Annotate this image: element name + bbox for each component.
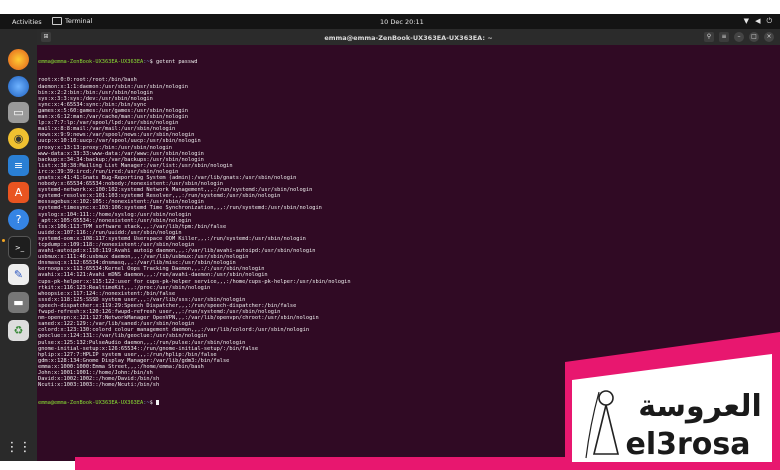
app-menu[interactable]: Terminal [52, 17, 92, 25]
window-title: emma@emma-ZenBook-UX363EA-UX363EA: ~ [324, 34, 493, 42]
el3rosa-watermark: العروسة el3rosa [565, 332, 780, 470]
close-icon[interactable]: × [764, 32, 774, 42]
command-line: emma@emma-ZenBook-UX363EA-UX363EA:~$ get… [38, 59, 778, 65]
clock[interactable]: 10 Dec 20:11 [380, 18, 424, 26]
volume-icon: ◀ [755, 17, 761, 25]
maximize-icon[interactable]: □ [749, 32, 759, 42]
files-icon[interactable]: ▭ [8, 102, 29, 123]
thunderbird-icon[interactable] [8, 76, 29, 97]
help-icon[interactable]: ? [8, 209, 29, 230]
menu-icon[interactable]: ≡ [719, 32, 729, 42]
writer-icon[interactable]: ≡ [8, 155, 29, 176]
rhythmbox-icon[interactable]: ◉ [8, 128, 29, 149]
terminal-app-icon [52, 17, 62, 25]
prompt-user: emma@emma-ZenBook-UX363EA-UX363EA [38, 400, 144, 407]
network-icon: ▼ [743, 17, 750, 25]
activities-button[interactable]: Activities [12, 18, 42, 26]
command-text: getent passwd [156, 59, 198, 66]
running-indicator [2, 239, 5, 242]
disk-icon[interactable]: ▬ [8, 292, 29, 313]
text-cursor [156, 400, 160, 406]
search-icon[interactable]: ⚲ [704, 32, 714, 42]
trash-icon[interactable]: ♻ [8, 320, 29, 341]
logo-arabic-text: العروسة [638, 389, 762, 424]
window-controls: ⚲ ≡ – □ × [704, 32, 774, 42]
app-grid-icon[interactable]: ⋮⋮ [6, 437, 32, 458]
dock: ▭ ◉ ≡ A ? >_ ✎ ▬ ♻ ⋮⋮ [0, 29, 37, 461]
power-icon: ⏻ [766, 17, 772, 25]
app-menu-label: Terminal [65, 17, 93, 25]
logo-latin-text: el3rosa [625, 427, 750, 462]
firefox-icon[interactable] [8, 49, 29, 70]
system-tray[interactable]: ▼ ◀ ⏻ [744, 17, 772, 26]
minimize-icon[interactable]: – [734, 32, 744, 42]
top-bar: Activities Terminal 10 Dec 20:11 ▼ ◀ ⏻ [0, 14, 780, 29]
text-editor-icon[interactable]: ✎ [8, 264, 29, 285]
window-titlebar[interactable]: ⊞ emma@emma-ZenBook-UX363EA-UX363EA: ~ ⚲… [37, 29, 780, 45]
prompt-user: emma@emma-ZenBook-UX363EA-UX363EA [38, 59, 144, 66]
terminal-icon[interactable]: >_ [8, 236, 31, 259]
software-icon[interactable]: A [8, 182, 29, 203]
